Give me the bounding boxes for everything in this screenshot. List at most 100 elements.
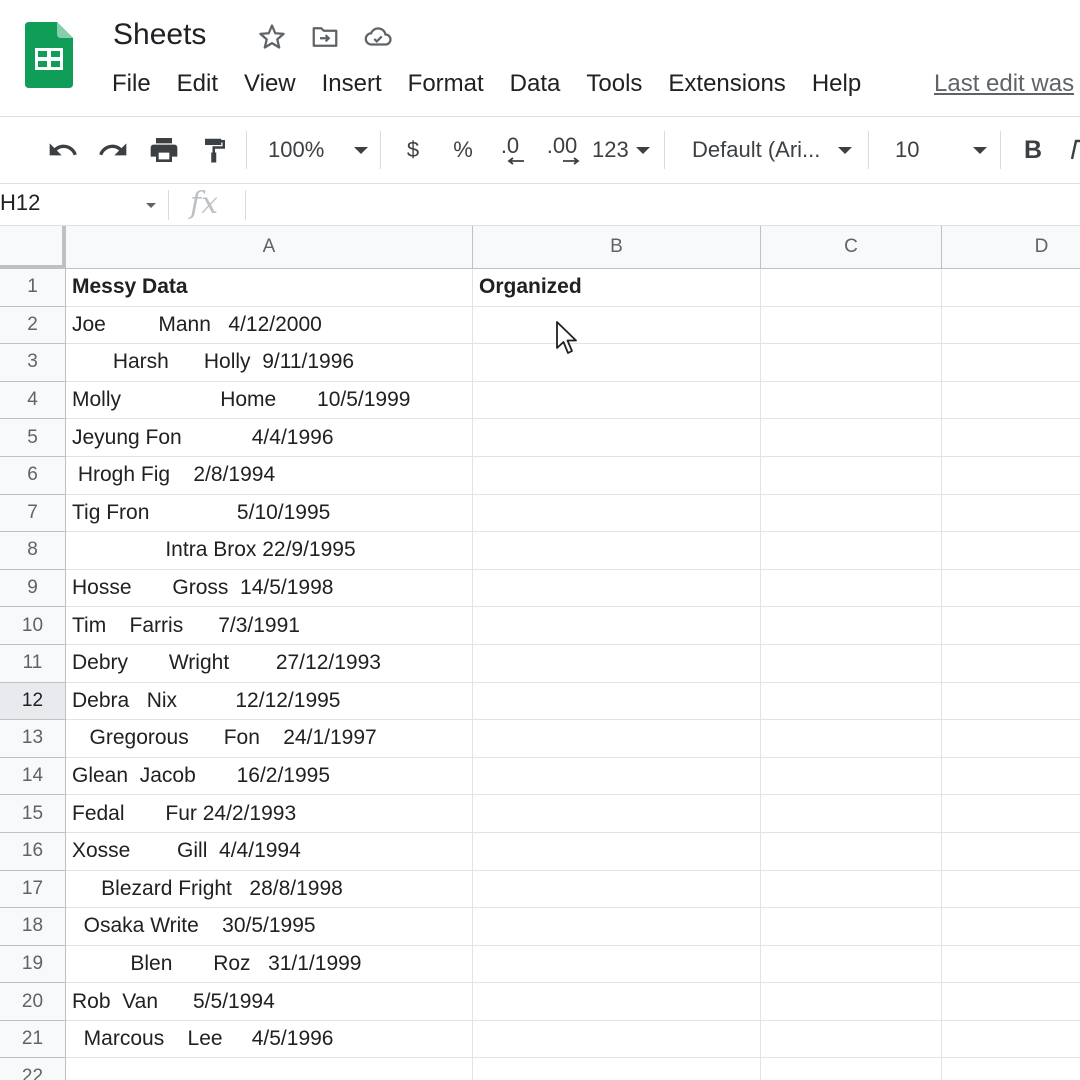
cell[interactable]: [761, 1020, 942, 1059]
cell[interactable]: Debra Nix 12/12/1995: [66, 682, 473, 721]
cell[interactable]: [942, 269, 1080, 307]
more-formats-select[interactable]: 123: [592, 132, 650, 168]
row-header[interactable]: 16: [0, 832, 66, 871]
cell[interactable]: [942, 683, 1080, 721]
cell[interactable]: Debry Wright 27/12/1993: [66, 644, 473, 683]
cell[interactable]: Hrogh Fig 2/8/1994: [66, 456, 473, 495]
chevron-down-icon[interactable]: [146, 203, 156, 208]
cell[interactable]: [761, 419, 942, 457]
row-header[interactable]: 11: [0, 644, 66, 683]
decrease-decimal-button[interactable]: .0: [492, 132, 528, 168]
cell[interactable]: [942, 307, 1080, 345]
cell[interactable]: [942, 495, 1080, 533]
cell[interactable]: Joe Mann 4/12/2000: [66, 306, 473, 345]
cell[interactable]: [942, 419, 1080, 457]
cell[interactable]: [473, 344, 761, 382]
cell[interactable]: Molly Home 10/5/1999: [66, 381, 473, 420]
row-header[interactable]: 7: [0, 494, 66, 533]
cell[interactable]: [942, 871, 1080, 909]
menu-extensions[interactable]: Extensions: [668, 68, 785, 102]
sheets-logo-icon[interactable]: [25, 22, 73, 88]
cell[interactable]: [473, 908, 761, 946]
column-header-c[interactable]: C: [761, 226, 942, 269]
cell[interactable]: [942, 946, 1080, 984]
cell[interactable]: Messy Data: [66, 269, 473, 307]
row-header[interactable]: 17: [0, 870, 66, 909]
cell[interactable]: [473, 983, 761, 1021]
column-header-d[interactable]: D: [942, 226, 1080, 269]
row-header[interactable]: 5: [0, 419, 66, 457]
cell[interactable]: [473, 720, 761, 758]
cell[interactable]: [473, 682, 761, 721]
cell[interactable]: [473, 419, 761, 457]
cell[interactable]: [761, 983, 942, 1021]
cell[interactable]: [761, 269, 942, 307]
cell[interactable]: Osaka Write 30/5/1995: [66, 908, 473, 946]
cell[interactable]: [761, 344, 942, 382]
row-header[interactable]: 3: [0, 344, 66, 382]
move-to-folder-icon[interactable]: [310, 22, 340, 52]
row-header[interactable]: 4: [0, 381, 66, 420]
row-header[interactable]: 1: [0, 269, 66, 307]
cell[interactable]: [942, 1058, 1080, 1080]
cell[interactable]: [942, 532, 1080, 570]
menu-file[interactable]: File: [112, 68, 151, 102]
cell[interactable]: [761, 494, 942, 533]
cell[interactable]: [473, 644, 761, 683]
cell[interactable]: Xosse Gill 4/4/1994: [66, 832, 473, 871]
row-header[interactable]: 14: [0, 757, 66, 796]
row-header[interactable]: 10: [0, 607, 66, 645]
row-header[interactable]: 19: [0, 945, 66, 984]
percent-format-button[interactable]: %: [448, 132, 478, 168]
cloud-status-icon[interactable]: [363, 22, 393, 52]
row-header[interactable]: 13: [0, 720, 66, 758]
cell[interactable]: [761, 682, 942, 721]
cell[interactable]: Glean Jacob 16/2/1995: [66, 757, 473, 796]
cell[interactable]: [473, 569, 761, 608]
star-icon[interactable]: [257, 22, 287, 52]
cell[interactable]: [473, 456, 761, 495]
cell[interactable]: [942, 720, 1080, 758]
row-header[interactable]: 21: [0, 1020, 66, 1059]
cell[interactable]: [761, 908, 942, 946]
cell[interactable]: Organized: [473, 269, 761, 307]
column-header-a[interactable]: A: [66, 226, 473, 269]
cell[interactable]: [473, 494, 761, 533]
cell[interactable]: [761, 795, 942, 833]
redo-button[interactable]: [94, 132, 132, 168]
menu-insert[interactable]: Insert: [322, 68, 382, 102]
row-header[interactable]: 15: [0, 795, 66, 833]
undo-button[interactable]: [44, 132, 82, 168]
bold-button[interactable]: B: [1018, 132, 1048, 168]
cell[interactable]: [942, 1021, 1080, 1059]
row-header[interactable]: 20: [0, 983, 66, 1021]
row-header[interactable]: 2: [0, 306, 66, 345]
document-title[interactable]: Sheets: [113, 18, 206, 52]
cell[interactable]: [942, 908, 1080, 946]
cell[interactable]: [473, 795, 761, 833]
cell[interactable]: [761, 456, 942, 495]
cell[interactable]: Harsh Holly 9/11/1996: [66, 344, 473, 382]
italic-button[interactable]: [1066, 132, 1080, 168]
menu-tools[interactable]: Tools: [586, 68, 642, 102]
menu-view[interactable]: View: [244, 68, 296, 102]
cell[interactable]: Rob Van 5/5/1994: [66, 983, 473, 1021]
cell[interactable]: [942, 382, 1080, 420]
cell[interactable]: [761, 644, 942, 683]
cell[interactable]: [942, 833, 1080, 871]
cell[interactable]: [473, 306, 761, 345]
cell[interactable]: [761, 720, 942, 758]
row-header[interactable]: 22: [0, 1058, 66, 1080]
increase-decimal-button[interactable]: .00: [542, 132, 582, 168]
cell[interactable]: Marcous Lee 4/5/1996: [66, 1020, 473, 1059]
font-size-select[interactable]: 10: [895, 132, 987, 168]
cell[interactable]: [761, 832, 942, 871]
row-header[interactable]: 9: [0, 569, 66, 608]
select-all-corner[interactable]: [0, 226, 66, 269]
currency-format-button[interactable]: $: [398, 132, 428, 168]
cell[interactable]: [473, 1020, 761, 1059]
cell[interactable]: [942, 607, 1080, 645]
cell[interactable]: [761, 306, 942, 345]
print-button[interactable]: [145, 132, 183, 168]
cell[interactable]: [473, 381, 761, 420]
